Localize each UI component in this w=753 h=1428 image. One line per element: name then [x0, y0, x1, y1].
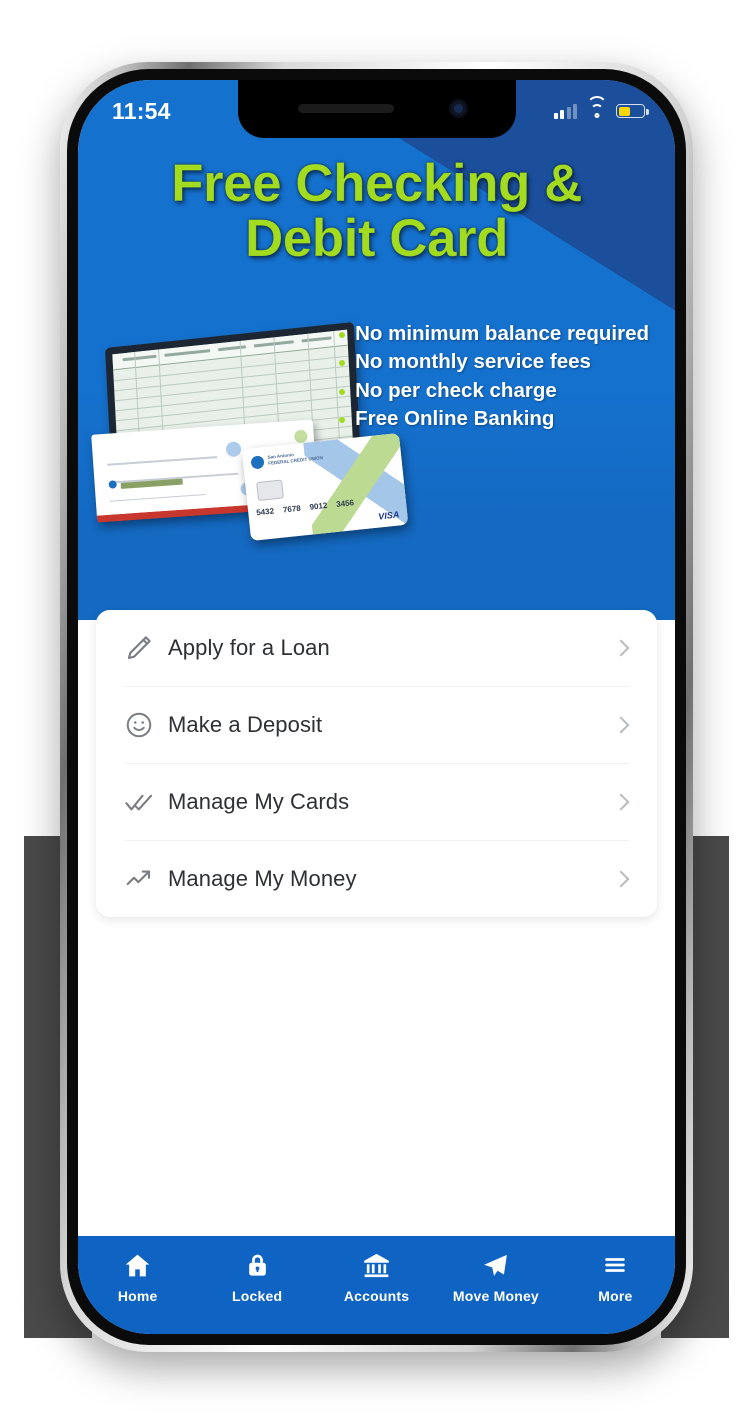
tab-accounts[interactable]: Accounts [317, 1248, 436, 1304]
card-number-group: 3456 [335, 498, 355, 509]
tab-label: Move Money [452, 1288, 539, 1304]
phone-screen: Free Checking & Debit Card San Antonio F… [78, 80, 675, 1334]
chevron-right-icon [612, 716, 630, 734]
promo-benefit-item: No monthly service fees [338, 348, 649, 376]
trending-up-icon [124, 864, 168, 894]
phone-device-frame: Free Checking & Debit Card San Antonio F… [60, 62, 693, 1352]
promo-banner[interactable]: Free Checking & Debit Card San Antonio F… [78, 80, 675, 620]
paper-plane-icon [480, 1248, 511, 1282]
status-bar: 11:54 [78, 80, 675, 138]
quick-action-manage-my-cards[interactable]: Manage My Cards [96, 764, 657, 840]
bottom-tab-bar: Home Locked Accounts Move Money More [78, 1236, 675, 1334]
card-number-group: 9012 [309, 500, 328, 512]
quick-action-label: Apply for a Loan [168, 635, 330, 660]
promo-benefit-item: No minimum balance required [338, 320, 649, 348]
pencil-icon [124, 633, 168, 663]
promo-headline-line1: Free Checking & [171, 154, 583, 213]
tab-more[interactable]: More [556, 1248, 675, 1304]
card-number-group: 5432 [255, 506, 275, 518]
wifi-icon [586, 96, 607, 119]
chevron-right-icon [612, 870, 630, 888]
tab-label: Locked [232, 1288, 283, 1304]
hamburger-menu-icon [600, 1248, 630, 1282]
status-bar-clock: 11:54 [112, 97, 171, 124]
promo-benefit-item: Free Online Banking [338, 405, 649, 433]
lock-icon [244, 1248, 271, 1282]
tab-label: Home [117, 1288, 158, 1304]
smiley-face-icon [124, 710, 168, 740]
quick-action-apply-for-a-loan[interactable]: Apply for a Loan [96, 610, 657, 686]
check-logo-mark [108, 480, 117, 489]
promo-headline-line2: Debit Card [245, 209, 509, 269]
home-icon [122, 1248, 153, 1282]
tab-locked[interactable]: Locked [197, 1248, 316, 1304]
tab-home[interactable]: Home [78, 1248, 197, 1304]
chevron-right-icon [612, 793, 630, 811]
quick-action-manage-my-money[interactable]: Manage My Money [96, 841, 657, 917]
quick-action-label: Manage My Money [168, 866, 357, 891]
status-bar-indicators [553, 96, 649, 119]
tab-label: More [598, 1288, 633, 1304]
screenshot-canvas: Free Checking & Debit Card San Antonio F… [0, 0, 753, 1428]
double-check-icon [124, 787, 168, 817]
promo-headline: Free Checking & Debit Card [78, 154, 675, 269]
promo-benefits-list: No minimum balance required No monthly s… [338, 320, 649, 433]
card-number-group: 7678 [282, 503, 302, 515]
debit-card-chip-icon [256, 479, 284, 502]
cellular-signal-icon [553, 103, 577, 119]
quick-action-make-a-deposit[interactable]: Make a Deposit [96, 687, 657, 763]
debit-card-image: San Antonio FEDERAL CREDIT UNION 5432 76… [241, 432, 409, 542]
quick-action-label: Manage My Cards [168, 789, 350, 814]
phone-bezel: Free Checking & Debit Card San Antonio F… [67, 69, 686, 1345]
promo-benefit-item: No per check charge [338, 377, 649, 405]
tab-move-money[interactable]: Move Money [436, 1248, 555, 1304]
battery-low-power-icon [616, 104, 649, 118]
credit-union-logo-icon [250, 455, 265, 470]
quick-actions-card: Apply for a Loan Make a Deposit Manage M… [96, 610, 657, 917]
quick-action-label: Make a Deposit [168, 712, 323, 737]
bank-icon [361, 1248, 392, 1282]
chevron-right-icon [612, 639, 630, 657]
tab-label: Accounts [343, 1288, 410, 1304]
